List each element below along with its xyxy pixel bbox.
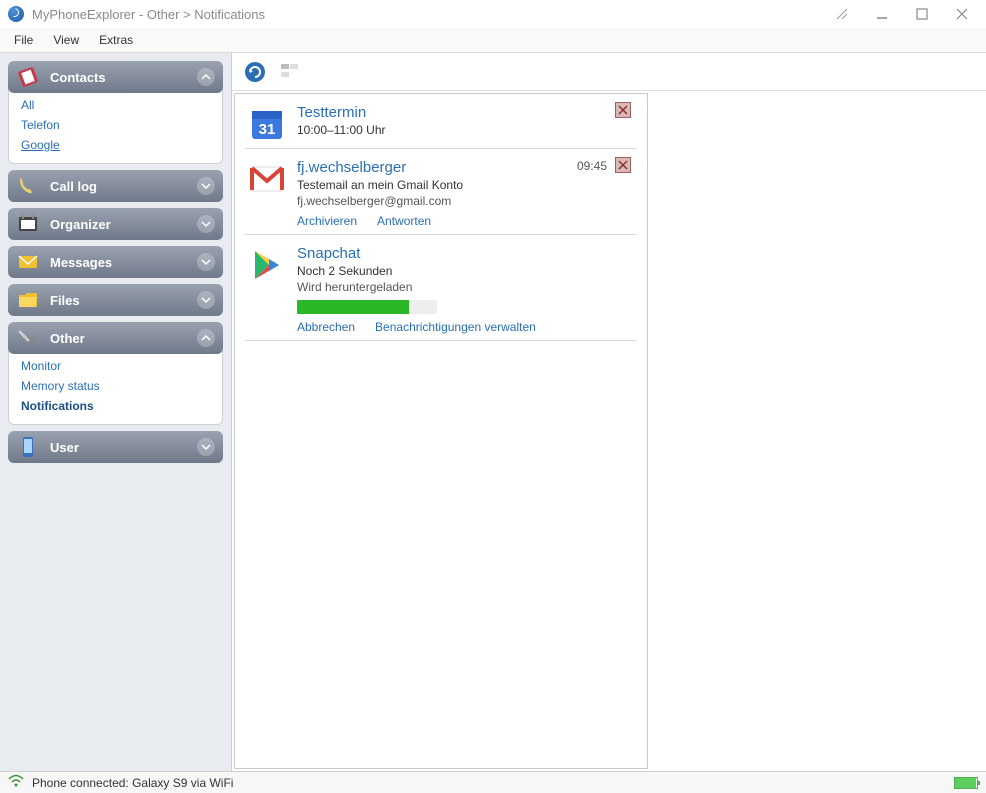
sidebar-cat-contacts: Contacts All Telefon Google xyxy=(8,61,223,164)
sidebar-item-all[interactable]: All xyxy=(21,95,210,115)
sidebar-label-calllog: Call log xyxy=(50,179,97,194)
action-cancel[interactable]: Abbrechen xyxy=(297,320,355,334)
content-area: 31 Testtermin 10:00–11:00 Uhr fj.wechsel… xyxy=(232,53,986,771)
notification-subtitle2: Wird heruntergeladen xyxy=(297,280,633,294)
user-icon xyxy=(16,435,40,459)
chevron-down-icon xyxy=(197,438,215,456)
sidebar: Contacts All Telefon Google Call log xyxy=(0,53,232,771)
sidebar-label-files: Files xyxy=(50,293,80,308)
refresh-button[interactable] xyxy=(242,59,268,85)
app-icon xyxy=(8,6,24,22)
sidebar-cat-messages: Messages xyxy=(8,246,223,278)
other-icon xyxy=(16,326,40,350)
sidebar-label-other: Other xyxy=(50,331,85,346)
contacts-icon xyxy=(16,65,40,89)
statusbar: Phone connected: Galaxy S9 via WiFi xyxy=(0,771,986,793)
close-button[interactable] xyxy=(942,3,982,25)
sidebar-item-google[interactable]: Google xyxy=(21,135,210,155)
wifi-icon xyxy=(8,774,24,791)
chevron-up-icon xyxy=(197,329,215,347)
sidebar-cat-user: User xyxy=(8,431,223,463)
notification-list: 31 Testtermin 10:00–11:00 Uhr fj.wechsel… xyxy=(234,93,648,769)
dismiss-button[interactable] xyxy=(615,157,631,173)
sidebar-header-calllog[interactable]: Call log xyxy=(8,170,223,202)
sidebar-cat-calllog: Call log xyxy=(8,170,223,202)
chevron-down-icon xyxy=(197,177,215,195)
notification-play: Snapchat Noch 2 Sekunden Wird herunterge… xyxy=(245,235,637,341)
menubar: File View Extras xyxy=(0,28,986,52)
notification-title: Testtermin xyxy=(297,104,633,121)
window-title: MyPhoneExplorer - Other > Notifications xyxy=(32,7,265,22)
chevron-down-icon xyxy=(197,253,215,271)
notification-title: Snapchat xyxy=(297,245,633,262)
calendar-icon: 31 xyxy=(249,106,285,142)
gmail-icon xyxy=(249,161,285,197)
notification-subtitle2: fj.wechselberger@gmail.com xyxy=(297,194,633,208)
sidebar-body-other: Monitor Memory status Notifications xyxy=(8,350,223,425)
play-store-icon xyxy=(249,247,285,283)
sidebar-label-organizer: Organizer xyxy=(50,217,111,232)
action-manage-notifications[interactable]: Benachrichtigungen verwalten xyxy=(375,320,536,334)
download-progress xyxy=(297,300,437,314)
sidebar-item-memory-status[interactable]: Memory status xyxy=(21,376,210,396)
sidebar-header-contacts[interactable]: Contacts xyxy=(8,61,223,93)
svg-text:31: 31 xyxy=(259,121,276,138)
toolbar xyxy=(232,53,986,91)
notification-subtitle: Noch 2 Sekunden xyxy=(297,264,633,278)
menu-extras[interactable]: Extras xyxy=(89,30,143,50)
dismiss-button[interactable] xyxy=(615,102,631,118)
maximize-button[interactable] xyxy=(902,3,942,25)
sidebar-label-contacts: Contacts xyxy=(50,70,106,85)
sidebar-cat-files: Files xyxy=(8,284,223,316)
titlebar: MyPhoneExplorer - Other > Notifications xyxy=(0,0,986,28)
sidebar-item-notifications[interactable]: Notifications xyxy=(21,396,210,416)
sidebar-item-telefon[interactable]: Telefon xyxy=(21,115,210,135)
chevron-down-icon xyxy=(197,291,215,309)
resize-handle-icon[interactable] xyxy=(822,3,862,25)
sidebar-body-contacts: All Telefon Google xyxy=(8,89,223,164)
notification-subtitle: 10:00–11:00 Uhr xyxy=(297,123,633,137)
messages-icon xyxy=(16,250,40,274)
battery-icon xyxy=(954,777,978,789)
files-icon xyxy=(16,288,40,312)
sidebar-label-messages: Messages xyxy=(50,255,112,270)
sidebar-cat-other: Other Monitor Memory status Notification… xyxy=(8,322,223,425)
organizer-icon xyxy=(16,212,40,236)
sidebar-label-user: User xyxy=(50,440,79,455)
chevron-up-icon xyxy=(197,68,215,86)
action-archive[interactable]: Archivieren xyxy=(297,214,357,228)
chevron-down-icon xyxy=(197,215,215,233)
sidebar-cat-organizer: Organizer xyxy=(8,208,223,240)
calllog-icon xyxy=(16,174,40,198)
menu-file[interactable]: File xyxy=(4,30,43,50)
notification-calendar: 31 Testtermin 10:00–11:00 Uhr xyxy=(245,94,637,149)
sidebar-header-other[interactable]: Other xyxy=(8,322,223,354)
sidebar-header-user[interactable]: User xyxy=(8,431,223,463)
action-reply[interactable]: Antworten xyxy=(377,214,431,228)
minimize-button[interactable] xyxy=(862,3,902,25)
sidebar-item-monitor[interactable]: Monitor xyxy=(21,356,210,376)
notification-gmail: fj.wechselberger Testemail an mein Gmail… xyxy=(245,149,637,235)
menu-view[interactable]: View xyxy=(43,30,89,50)
notification-subtitle: Testemail an mein Gmail Konto xyxy=(297,178,633,192)
sidebar-header-organizer[interactable]: Organizer xyxy=(8,208,223,240)
sidebar-header-messages[interactable]: Messages xyxy=(8,246,223,278)
sidebar-header-files[interactable]: Files xyxy=(8,284,223,316)
status-text: Phone connected: Galaxy S9 via WiFi xyxy=(32,776,233,790)
clear-button[interactable] xyxy=(278,59,304,85)
notification-time: 09:45 xyxy=(577,159,607,173)
